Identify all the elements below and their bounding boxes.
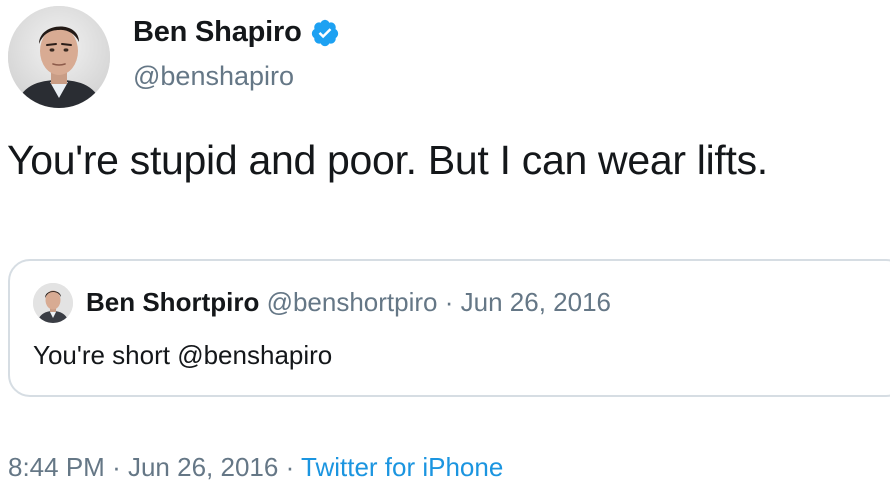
- tweet-text: You're stupid and poor. But I can wear l…: [7, 137, 768, 183]
- profile-photo-icon: [33, 283, 73, 323]
- quoted-tweet-header: Ben Shortpiro @benshortpiro · Jun 26, 20…: [86, 287, 611, 318]
- footer-separator: ·: [285, 452, 295, 482]
- quoted-author-avatar[interactable]: [33, 283, 73, 323]
- footer-separator: ·: [112, 452, 121, 482]
- tweet-time[interactable]: 8:44 PM: [8, 452, 105, 482]
- author-name-row: Ben Shapiro: [133, 16, 340, 49]
- author-avatar[interactable]: [8, 6, 110, 108]
- quoted-author-handle[interactable]: @benshortpiro: [267, 287, 438, 317]
- verified-badge-icon: [310, 18, 340, 48]
- author-handle[interactable]: @benshapiro: [133, 61, 294, 92]
- quoted-separator: ·: [444, 287, 454, 317]
- quoted-tweet-date[interactable]: Jun 26, 2016: [461, 287, 611, 317]
- tweet-footer: 8:44 PM · Jun 26, 2016 · Twitter for iPh…: [8, 452, 503, 483]
- quoted-author-name[interactable]: Ben Shortpiro: [86, 287, 259, 317]
- tweet-date[interactable]: Jun 26, 2016: [128, 452, 278, 482]
- profile-photo-icon: [8, 6, 110, 108]
- quoted-tweet-card[interactable]: Ben Shortpiro @benshortpiro · Jun 26, 20…: [8, 259, 890, 397]
- author-display-name[interactable]: Ben Shapiro: [133, 16, 302, 49]
- tweet-source-link[interactable]: Twitter for iPhone: [301, 452, 503, 482]
- quoted-tweet-text: You're short @benshapiro: [33, 340, 333, 370]
- tweet: Ben Shapiro @benshapiro You're stupid an…: [0, 0, 890, 501]
